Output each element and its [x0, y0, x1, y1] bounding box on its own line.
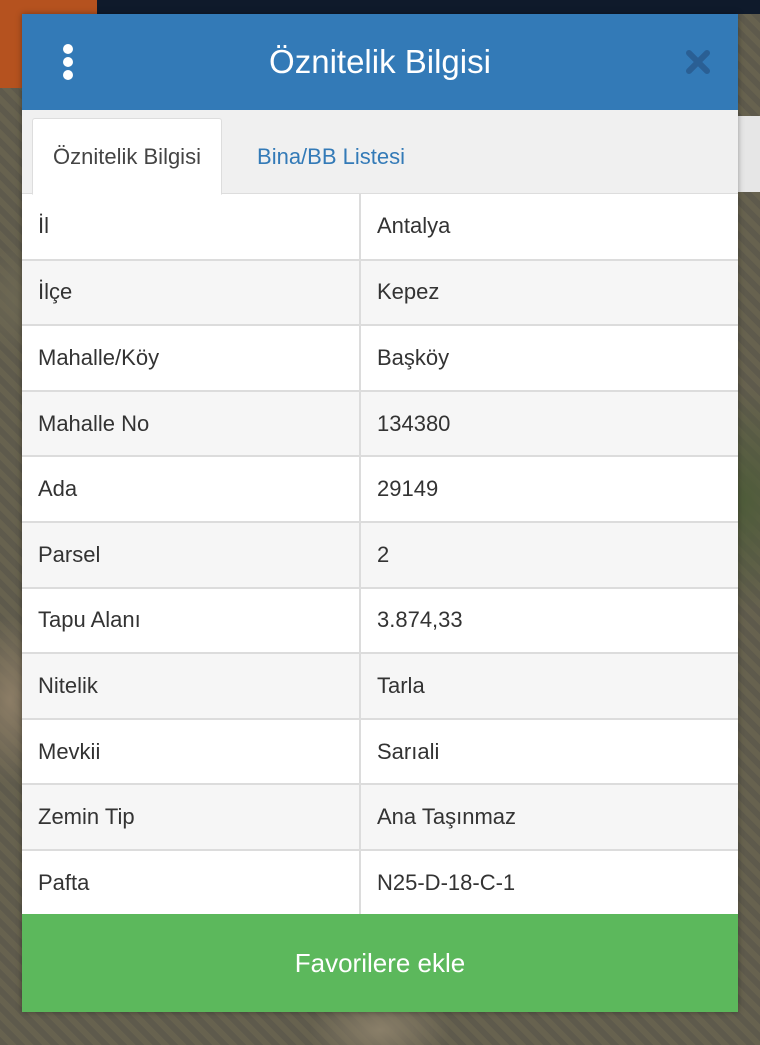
attribute-key: Nitelik — [22, 652, 361, 719]
table-row: Ada 29149 — [22, 455, 738, 522]
tab-bar: Öznitelik Bilgisi Bina/BB Listesi — [22, 110, 738, 195]
tab-attribute-info[interactable]: Öznitelik Bilgisi — [32, 118, 222, 195]
attribute-value: Kepez — [360, 258, 738, 326]
attribute-value: N25-D-18-C-1 — [360, 848, 738, 916]
attribute-key: Mevkii — [22, 717, 361, 785]
table-row: Mevkii Sarıali — [22, 717, 738, 785]
table-row: Parsel 2 — [22, 520, 738, 588]
menu-dot — [63, 57, 73, 67]
attribute-value: 29149 — [360, 455, 738, 522]
attribute-key: Mahalle No — [22, 389, 361, 457]
attribute-info-dialog: Öznitelik Bilgisi Öznitelik Bilgisi Bina… — [22, 14, 738, 1012]
menu-dot — [63, 70, 73, 80]
table-row: Pafta N25-D-18-C-1 — [22, 848, 738, 916]
attribute-value: Sarıali — [360, 717, 738, 785]
attribute-table: İl Antalya İlçe Kepez Mahalle/Köy Başköy Mahal… — [22, 194, 738, 916]
table-row: İlçe Kepez — [22, 258, 738, 326]
attribute-key: İl — [22, 194, 361, 260]
attribute-value: Antalya — [360, 194, 738, 260]
map-side-panel-edge — [738, 116, 760, 192]
attribute-key: Mahalle/Köy — [22, 324, 361, 391]
attribute-value: Başköy — [360, 324, 738, 391]
table-row: Mahalle/Köy Başköy — [22, 324, 738, 391]
dialog-header: Öznitelik Bilgisi — [22, 14, 738, 110]
attribute-value: 3.874,33 — [360, 586, 738, 654]
menu-dot — [63, 44, 73, 54]
table-row: İl Antalya — [22, 194, 738, 260]
attribute-key: Zemin Tip — [22, 783, 361, 850]
attribute-key: Ada — [22, 455, 361, 522]
attribute-value: Tarla — [360, 652, 738, 719]
table-row: Mahalle No 134380 — [22, 389, 738, 457]
attribute-key: Parsel — [22, 520, 361, 588]
attribute-value: 134380 — [360, 389, 738, 457]
table-row: Nitelik Tarla — [22, 652, 738, 719]
tab-building-list[interactable]: Bina/BB Listesi — [236, 118, 426, 195]
add-to-favorites-button[interactable]: Favorilere ekle — [22, 914, 738, 1012]
attribute-value: Ana Taşınmaz — [360, 783, 738, 850]
table-row: Zemin Tip Ana Taşınmaz — [22, 783, 738, 850]
table-row: Tapu Alanı 3.874,33 — [22, 586, 738, 654]
close-icon[interactable] — [682, 46, 714, 78]
attribute-key: İlçe — [22, 258, 361, 326]
attribute-key: Pafta — [22, 848, 361, 916]
attribute-value: 2 — [360, 520, 738, 588]
kebab-vertical-icon[interactable] — [56, 44, 80, 80]
dialog-title: Öznitelik Bilgisi — [269, 43, 491, 80]
map-top-bar — [97, 0, 760, 14]
attribute-key: Tapu Alanı — [22, 586, 361, 654]
